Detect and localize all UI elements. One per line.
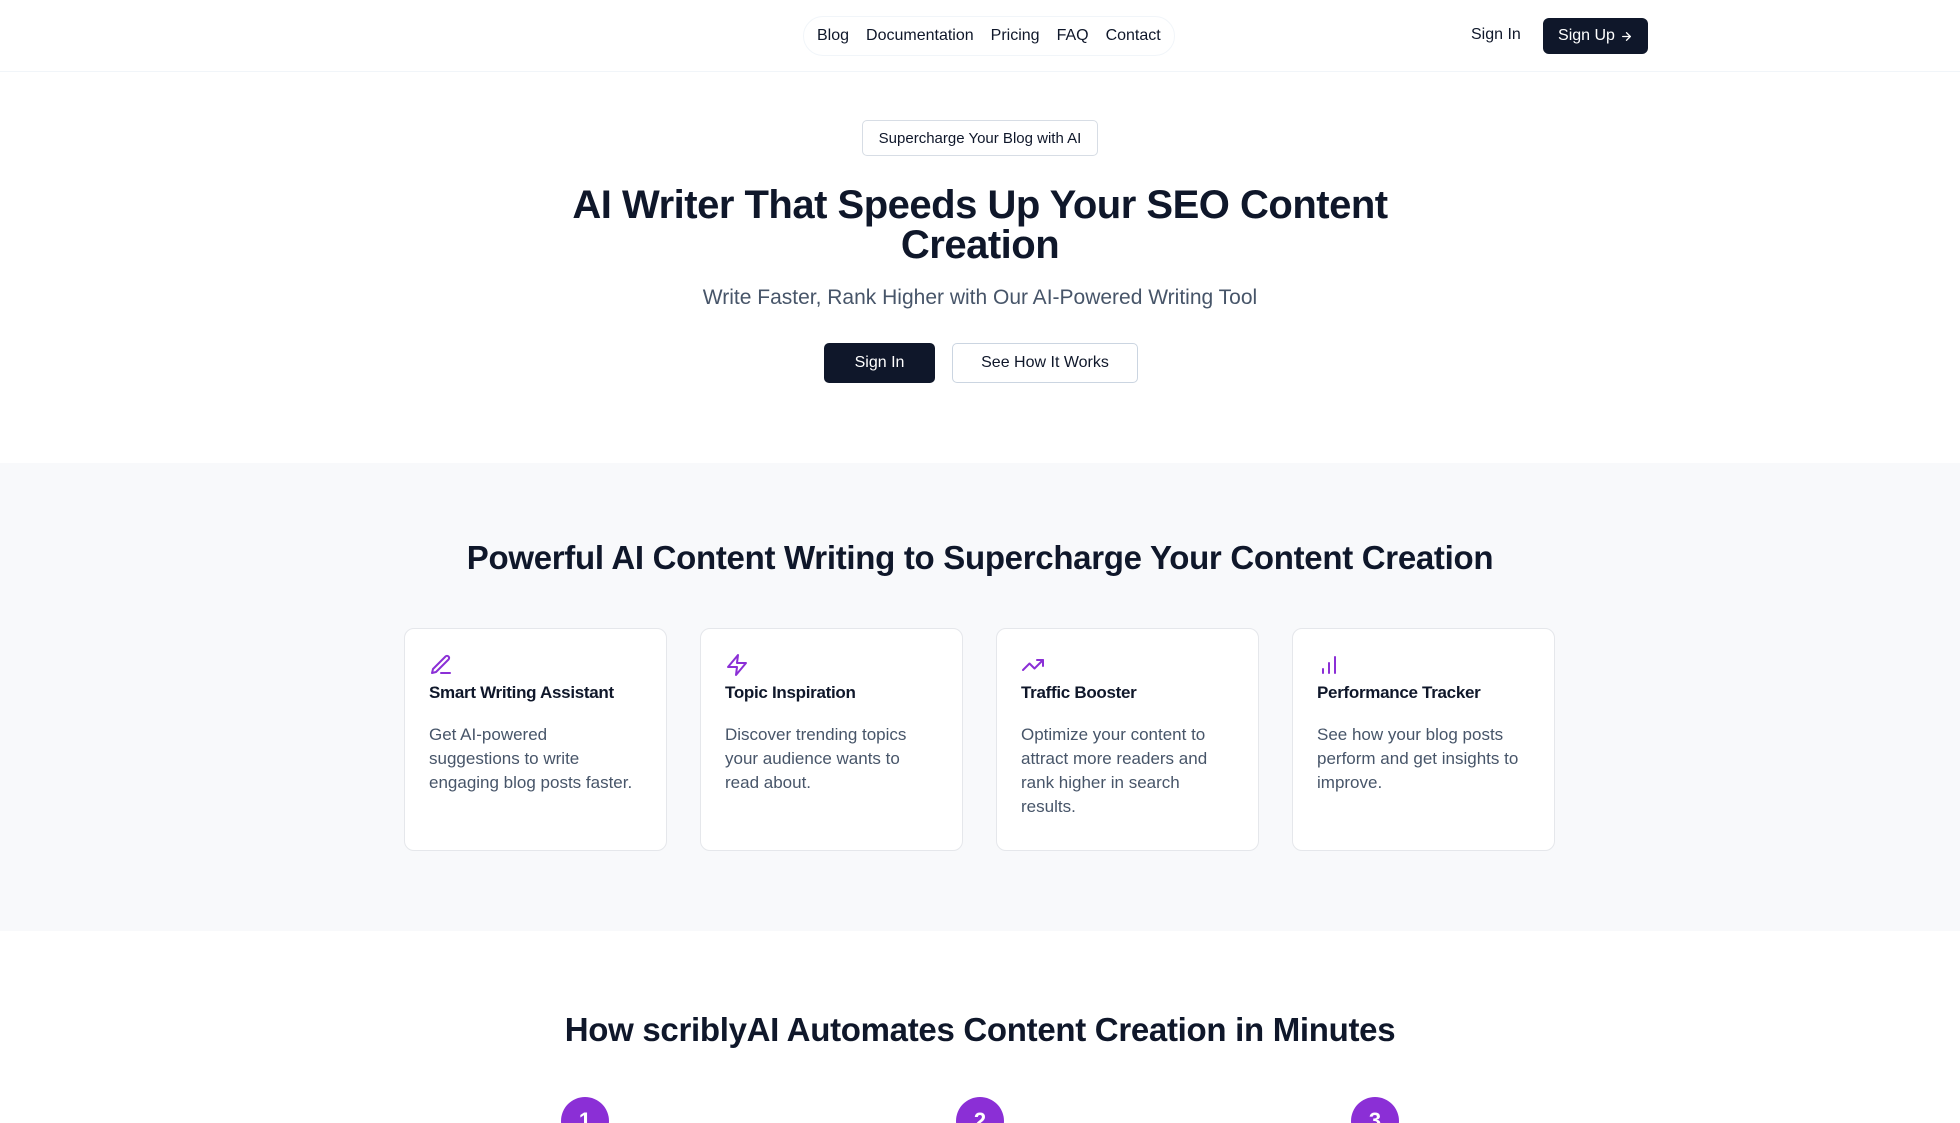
feature-card-description: See how your blog posts perform and get … <box>1317 725 1519 792</box>
hero-badge: Supercharge Your Blog with AI <box>862 120 1098 156</box>
pencil-icon <box>429 653 453 677</box>
features-section: Powerful AI Content Writing to Superchar… <box>0 463 1960 931</box>
how-it-works-title: How scriblyAI Automates Content Creation… <box>564 1011 1396 1048</box>
feature-cards: Smart Writing Assistant Get AI-powered s… <box>404 628 1555 851</box>
step-number-3: 3 <box>1351 1097 1399 1123</box>
feature-card-description: Get AI-powered suggestions to write enga… <box>429 725 633 792</box>
nav-link-blog[interactable]: Blog <box>817 27 849 45</box>
sign-up-label: Sign Up <box>1558 27 1615 44</box>
features-title: Powerful AI Content Writing to Superchar… <box>466 539 1494 576</box>
trending-up-icon <box>1021 653 1045 677</box>
nav-link-documentation[interactable]: Documentation <box>866 27 974 45</box>
hero-title: AI Writer That Speeds Up Your SEO Conten… <box>572 183 1388 267</box>
feature-card-title: Smart Writing Assistant <box>429 683 614 702</box>
feature-card: Topic Inspiration Discover trending topi… <box>700 628 963 851</box>
hero-subtitle: Write Faster, Rank Higher with Our AI-Po… <box>702 286 1258 309</box>
feature-card-title: Traffic Booster <box>1021 683 1137 702</box>
how-it-works-section: How scriblyAI Automates Content Creation… <box>0 931 1960 1123</box>
see-how-it-works-button[interactable]: See How It Works <box>952 343 1138 383</box>
header-sign-up-button[interactable]: Sign Up <box>1543 18 1648 54</box>
step-number-1: 1 <box>561 1097 609 1123</box>
hero-buttons: Sign In See How It Works <box>824 343 1138 383</box>
lightning-icon <box>725 653 749 677</box>
feature-card: Smart Writing Assistant Get AI-powered s… <box>404 628 667 851</box>
main-nav: Blog Documentation Pricing FAQ Contact <box>803 16 1175 56</box>
feature-card: Traffic Booster Optimize your content to… <box>996 628 1259 851</box>
nav-link-contact[interactable]: Contact <box>1106 27 1161 45</box>
nav-link-faq[interactable]: FAQ <box>1057 27 1089 45</box>
feature-card-title: Topic Inspiration <box>725 683 856 702</box>
feature-card-description: Optimize your content to attract more re… <box>1021 725 1208 816</box>
header-sign-in-link[interactable]: Sign In <box>1471 26 1521 44</box>
step-number-2: 2 <box>956 1097 1004 1123</box>
arrow-right-icon <box>1621 31 1631 41</box>
feature-card-title: Performance Tracker <box>1317 683 1481 702</box>
hero-section: Supercharge Your Blog with AI AI Writer … <box>0 72 1960 463</box>
bar-chart-icon <box>1317 653 1341 677</box>
site-header: Blog Documentation Pricing FAQ Contact S… <box>0 0 1960 72</box>
feature-card: Performance Tracker See how your blog po… <box>1292 628 1555 851</box>
nav-link-pricing[interactable]: Pricing <box>991 27 1040 45</box>
hero-sign-in-button[interactable]: Sign In <box>824 343 935 383</box>
feature-card-description: Discover trending topics your audience w… <box>725 725 907 792</box>
